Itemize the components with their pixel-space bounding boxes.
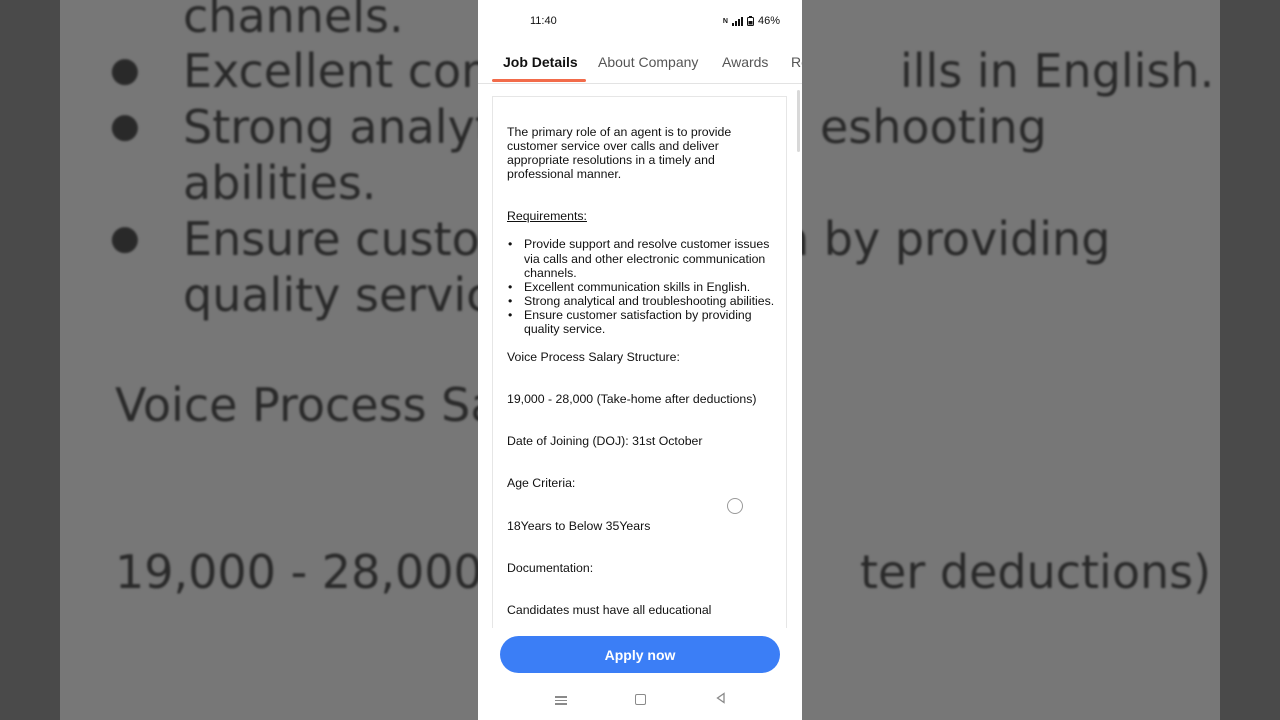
home-icon[interactable]: [635, 694, 646, 705]
date-of-joining: Date of Joining (DOJ): 31st October: [507, 434, 703, 449]
scrollbar[interactable]: [797, 90, 800, 152]
phone-screen: 11:40 N 46% Job Details About Company Aw…: [478, 0, 802, 720]
list-item: Excellent communication skills in Englis…: [507, 280, 777, 294]
documentation-value: Candidates must have all educational: [507, 602, 712, 617]
system-nav-bar: [478, 680, 802, 720]
radio-circle[interactable]: [727, 498, 743, 514]
tab-reviews[interactable]: Re: [791, 54, 802, 70]
tab-awards[interactable]: Awards: [722, 54, 768, 70]
status-time: 11:40: [530, 15, 557, 27]
recent-apps-icon[interactable]: [554, 694, 568, 708]
requirements-list: Provide support and resolve customer iss…: [507, 237, 777, 336]
list-item: Provide support and resolve customer iss…: [507, 237, 777, 279]
job-description: The primary role of an agent is to provi…: [507, 125, 777, 617]
age-value: 18Years to Below 35Years: [507, 518, 651, 533]
back-icon[interactable]: [714, 692, 728, 706]
nfc-icon: N: [722, 17, 728, 25]
status-icons: N 46%: [723, 15, 780, 27]
documentation-heading: Documentation:: [507, 560, 594, 575]
apply-now-button[interactable]: Apply now: [500, 636, 780, 673]
list-item: Ensure customer satisfaction by providin…: [507, 308, 777, 336]
job-intro: The primary role of an agent is to provi…: [507, 125, 732, 182]
battery-percent: 46%: [757, 15, 780, 27]
requirements-heading: Requirements:: [507, 209, 587, 224]
salary-heading: Voice Process Salary Structure:: [507, 350, 680, 365]
tab-about-company[interactable]: About Company: [598, 54, 698, 70]
job-details-card: The primary role of an agent is to provi…: [492, 96, 787, 629]
status-bar: 11:40 N 46%: [478, 0, 802, 42]
battery-icon: [746, 16, 754, 26]
tab-bar: Job Details About Company Awards Re: [478, 42, 802, 84]
age-heading: Age Criteria:: [507, 476, 576, 491]
salary-value: 19,000 - 28,000 (Take-home after deducti…: [507, 392, 757, 407]
list-item: Strong analytical and troubleshooting ab…: [507, 294, 777, 308]
signal-icon: [731, 16, 743, 26]
tab-job-details[interactable]: Job Details: [503, 54, 578, 70]
apply-bar: Apply now: [478, 628, 802, 678]
active-tab-indicator: [492, 79, 586, 82]
